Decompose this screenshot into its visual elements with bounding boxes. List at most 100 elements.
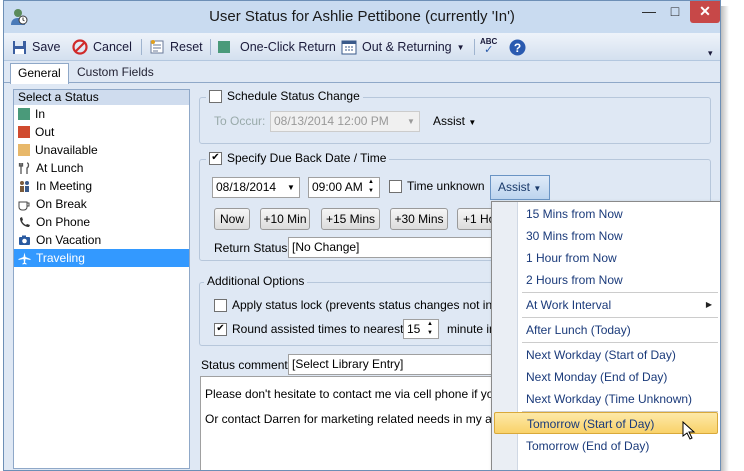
reset-icon [150, 40, 164, 54]
status-item-in[interactable]: In [14, 105, 189, 123]
status-item-in-meeting[interactable]: In Meeting [14, 177, 189, 195]
calendar-icon [341, 40, 357, 55]
status-label: On Phone [36, 215, 91, 229]
due-back-toggle[interactable]: ✔ Specify Due Back Date / Time [206, 151, 390, 165]
due-back-assist-label: Assist [498, 180, 531, 194]
status-item-at-lunch[interactable]: At Lunch [14, 159, 189, 177]
menu-item-1-hour[interactable]: 1 Hour from Now [518, 247, 718, 269]
menu-item-next-workday-unknown[interactable]: Next Workday (Time Unknown) [518, 388, 718, 410]
minimize-button[interactable]: — [636, 1, 662, 23]
additional-options-group: Additional Options Apply status lock (pr… [199, 274, 507, 346]
comment-library-value: [Select Library Entry] [292, 357, 404, 371]
schedule-label: Schedule Status Change [227, 89, 360, 103]
status-label: At Lunch [36, 161, 84, 175]
status-label: Traveling [36, 251, 85, 265]
time-unknown-toggle[interactable]: Time unknown [389, 179, 485, 193]
status-list: Select a Status In Out Unavailable At Lu… [13, 89, 190, 469]
mouse-cursor-icon [682, 421, 696, 440]
status-label: On Vacation [36, 233, 102, 247]
time-unknown-checkbox[interactable] [389, 179, 402, 193]
toolbar-separator [210, 39, 211, 55]
menu-item-2-hours[interactable]: 2 Hours from Now [518, 269, 718, 291]
menu-item-at-work-interval[interactable]: At Work Interval ▶ [518, 294, 718, 316]
spell-check-icon: ✓ [484, 44, 494, 56]
round-spinner-icon[interactable]: ▲ ▼ [423, 320, 437, 338]
camera-icon [19, 235, 30, 245]
menu-item-after-lunch[interactable]: After Lunch (Today) [518, 319, 718, 341]
due-date-value: 08/18/2014 [216, 180, 277, 194]
due-date-field[interactable]: 08/18/2014 ▼ [212, 177, 300, 198]
green-swatch-icon [18, 108, 30, 120]
status-comment-textarea[interactable]: Please don't hesitate to contact me via … [200, 376, 494, 470]
save-icon [13, 40, 26, 54]
tab-custom-fields[interactable]: Custom Fields [70, 63, 161, 83]
red-swatch-icon [18, 126, 30, 138]
toolbar-separator [141, 39, 142, 55]
return-status-value: [No Change] [292, 240, 360, 254]
status-item-on-break[interactable]: On Break [14, 195, 189, 213]
coffee-icon [18, 201, 30, 210]
phone-icon [20, 216, 30, 227]
maximize-button[interactable]: □ [662, 1, 688, 23]
due-time-value: 09:00 AM [312, 180, 363, 194]
comment-library-select[interactable]: [Select Library Entry] [288, 354, 494, 375]
plus-30-mins-button[interactable]: +30 Mins [390, 208, 448, 230]
status-comment-label: Status comment: [201, 358, 292, 372]
save-button[interactable]: Save [12, 37, 61, 57]
out-returning-button[interactable]: Out & Returning ▼ [341, 37, 465, 57]
menu-separator [522, 317, 718, 318]
now-button[interactable]: Now [214, 208, 250, 230]
status-item-unavailable[interactable]: Unavailable [14, 141, 189, 159]
spell-check-button[interactable]: ABC ✓ [480, 37, 497, 57]
menu-item-15-mins[interactable]: 15 Mins from Now [518, 203, 718, 225]
return-status-select[interactable]: [No Change] [288, 237, 498, 258]
due-time-field[interactable]: 09:00 AM ▲ ▼ [308, 177, 380, 198]
due-back-label: Specify Due Back Date / Time [227, 151, 387, 165]
toolbar-overflow-icon[interactable]: ▾ [708, 43, 713, 63]
chevron-down-icon: ▼ [456, 42, 465, 52]
assist-dropdown-menu: 15 Mins from Now 30 Mins from Now 1 Hour… [491, 201, 720, 470]
status-list-header: Select a Status [14, 90, 189, 105]
plus-15-mins-button[interactable]: +15 Mins [321, 208, 380, 230]
cancel-button[interactable]: Cancel [72, 37, 132, 57]
round-times-toggle[interactable]: ✔ Round assisted times to nearest [214, 322, 403, 336]
submenu-arrow-icon: ▶ [705, 300, 712, 309]
status-item-out[interactable]: Out [14, 123, 189, 141]
status-item-traveling[interactable]: Traveling [14, 249, 189, 267]
menu-item-30-mins[interactable]: 30 Mins from Now [518, 225, 718, 247]
time-unknown-label: Time unknown [407, 179, 485, 193]
status-lock-checkbox[interactable] [214, 298, 227, 312]
status-item-on-phone[interactable]: On Phone [14, 213, 189, 231]
plus-10-min-button[interactable]: +10 Min [260, 208, 310, 230]
window-title: User Status for Ashlie Pettibone (curren… [209, 8, 515, 25]
plane-icon [18, 252, 31, 264]
close-button[interactable]: ✕ [690, 1, 720, 23]
schedule-checkbox[interactable] [209, 89, 222, 103]
toolbar: Save Cancel Reset One-Click Return Out &… [4, 33, 720, 61]
round-minutes-field[interactable]: 15 ▲ ▼ [403, 319, 439, 339]
time-spinner-icon[interactable]: ▲ ▼ [364, 178, 378, 196]
round-times-checkbox[interactable]: ✔ [214, 322, 227, 336]
status-label: Unavailable [35, 143, 98, 157]
tab-general[interactable]: General [10, 63, 69, 84]
schedule-toggle[interactable]: Schedule Status Change [206, 89, 363, 103]
help-button[interactable]: ? [509, 37, 526, 57]
menu-item-next-workday-start[interactable]: Next Workday (Start of Day) [518, 344, 718, 366]
status-label: In [35, 107, 46, 121]
utensils-icon [18, 161, 30, 174]
people-icon [20, 180, 29, 192]
chevron-down-icon: ▼ [533, 184, 542, 193]
reset-label: Reset [170, 40, 203, 54]
help-icon: ? [509, 39, 526, 55]
one-click-return-button[interactable]: One-Click Return [218, 37, 336, 57]
menu-item-next-monday-end[interactable]: Next Monday (End of Day) [518, 366, 718, 388]
status-item-on-vacation[interactable]: On Vacation [14, 231, 189, 249]
status-lock-toggle[interactable]: Apply status lock (prevents status chang… [214, 298, 507, 312]
round-times-label: Round assisted times to nearest [232, 322, 404, 336]
reset-button[interactable]: Reset [149, 37, 203, 57]
round-minutes-value: 15 [407, 322, 421, 336]
chevron-down-icon[interactable]: ▼ [284, 178, 298, 197]
due-back-checkbox[interactable]: ✔ [209, 151, 222, 165]
due-back-assist-button[interactable]: Assist ▼ [490, 175, 550, 200]
schedule-assist-button[interactable]: Assist ▼ [433, 114, 476, 128]
